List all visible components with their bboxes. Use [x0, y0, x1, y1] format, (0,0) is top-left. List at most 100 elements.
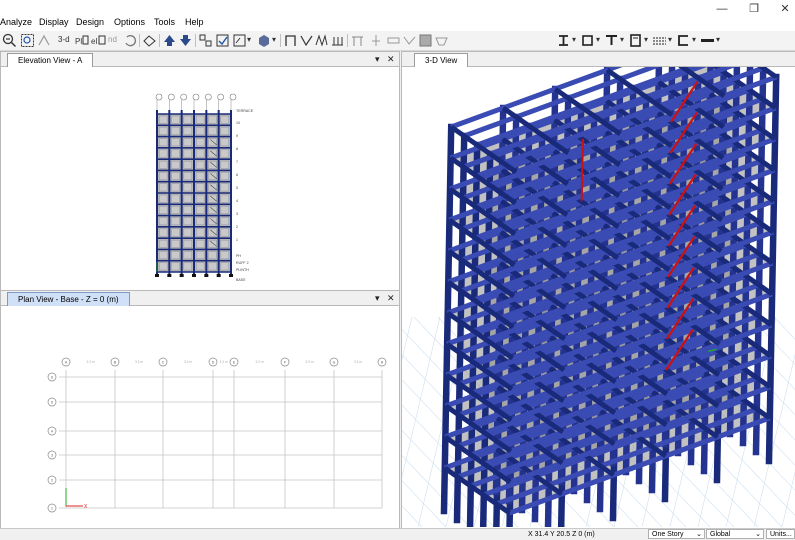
menu-display[interactable]: Display [39, 17, 69, 27]
elevation-panel [220, 149, 230, 158]
draw-wall-icon[interactable] [330, 33, 345, 48]
section-i-icon[interactable] [556, 33, 571, 48]
elevation-panel [158, 262, 168, 271]
elevation-panel [220, 217, 230, 226]
toolbar-separator [159, 34, 160, 47]
elevation-drawing[interactable]: TERRACE 10 9 8 7 6 5 4 3 2 1 PH RUFF 2 PLINTH BASE [1, 67, 399, 289]
elevation-panel [220, 172, 230, 180]
section-rect-icon[interactable] [628, 33, 643, 48]
section-c-icon[interactable] [676, 33, 691, 48]
panel-menu-icon[interactable]: ▾ [375, 292, 380, 304]
elevation-panel [195, 138, 205, 147]
menu-help[interactable]: Help [185, 17, 204, 27]
units-button[interactable]: Units... [766, 529, 795, 539]
elevation-panel [183, 206, 193, 214]
move-down-icon[interactable] [178, 33, 193, 48]
story-label: BASE [236, 278, 246, 282]
elevation-panel [220, 251, 230, 259]
story-label: 8 [236, 147, 238, 151]
story-label: PLINTH [236, 268, 249, 272]
elevation-panel [220, 206, 230, 214]
elevation-panel [208, 115, 217, 124]
draw-slab-icon[interactable] [386, 33, 401, 48]
elevation-view-icon[interactable]: el [91, 33, 106, 48]
story-label: 6 [236, 173, 238, 177]
toolbar-separator [347, 34, 348, 47]
story-label: RUFF 2 [236, 261, 249, 265]
close-window-icon[interactable]: ✕ [775, 2, 795, 16]
menu-analyze[interactable]: Analyze [0, 17, 32, 27]
section-flat-icon[interactable] [700, 33, 715, 48]
elevation-panel [183, 228, 193, 237]
dropdown-arrow-icon[interactable]: ▾ [668, 35, 672, 44]
plan-grid-label: 2 [51, 478, 53, 482]
menu-options[interactable]: Options [114, 17, 145, 27]
dropdown-arrow-icon[interactable]: ▾ [272, 35, 276, 44]
toolbar-separator [280, 34, 281, 47]
dropdown-arrow-icon[interactable]: ▾ [596, 35, 600, 44]
panel-close-icon[interactable]: ✕ [387, 292, 395, 304]
plan-spacing-label: 3.3 m [184, 360, 192, 364]
elevation-panel [183, 251, 193, 259]
elevation-panel [195, 251, 205, 259]
grid-bubble [192, 93, 200, 101]
section-t-icon[interactable] [604, 33, 619, 48]
dropdown-arrow-icon[interactable]: ▾ [247, 35, 251, 44]
dropdown-arrow-icon[interactable]: ▾ [572, 35, 576, 44]
mesh-icon[interactable] [418, 33, 433, 48]
ground-grid-line [781, 471, 795, 527]
elevation-panel [220, 194, 230, 203]
ground-grid-line [402, 505, 423, 527]
minimize-icon[interactable]: — [712, 2, 732, 16]
tab-elevation-view[interactable]: Elevation View - A [7, 53, 94, 67]
elevation-view-panel: Elevation View - A ▾ ✕ TERRACE 10 9 8 7 6 5 4 3 2… [0, 51, 400, 291]
coordinate-system-select[interactable]: Global ⌄ [706, 529, 764, 539]
move-up-icon[interactable] [162, 33, 177, 48]
plan-view-icon[interactable]: Pl [74, 33, 89, 48]
dropdown-arrow-icon[interactable]: ▾ [620, 35, 624, 44]
grid-bubble [229, 93, 237, 101]
elevation-panel [171, 149, 180, 158]
select-all-icon[interactable] [198, 33, 213, 48]
draw-floor-icon[interactable] [314, 33, 329, 48]
elevation-panel [195, 228, 205, 237]
tab-3d-view[interactable]: 3-D View [414, 53, 469, 67]
section-box-icon[interactable] [580, 33, 595, 48]
section-lines-icon[interactable] [652, 33, 667, 48]
elevation-panel [183, 160, 193, 169]
grid-bubble [180, 93, 187, 101]
extrude-icon[interactable] [256, 33, 271, 48]
menu-design[interactable]: Design [76, 17, 104, 27]
object-shrink-icon[interactable] [142, 33, 157, 48]
story-select[interactable]: One Story ⌄ [648, 529, 705, 539]
menu-tools[interactable]: Tools [154, 17, 175, 27]
zoom-window-icon[interactable] [20, 33, 35, 48]
panel-close-icon[interactable]: ✕ [387, 53, 395, 65]
nd-button[interactable]: nd [108, 35, 117, 44]
tab-plan-view[interactable]: Plan View - Base - Z = 0 (m) [7, 292, 130, 306]
dropdown-arrow-icon[interactable]: ▾ [716, 35, 720, 44]
dropdown-arrow-icon[interactable]: ▾ [692, 35, 696, 44]
dropdown-arrow-icon[interactable]: ▾ [644, 35, 648, 44]
zoom-out-icon[interactable] [2, 33, 17, 48]
support-icon [204, 274, 209, 277]
panel-menu-icon[interactable]: ▾ [375, 53, 380, 65]
draw-opening-icon[interactable] [402, 33, 417, 48]
draw-brace-icon[interactable] [299, 33, 314, 48]
pan-icon[interactable] [37, 33, 52, 48]
check-model-icon[interactable] [215, 33, 230, 48]
draw-frame-icon[interactable] [283, 33, 298, 48]
elevation-panel [158, 194, 168, 203]
draw-tendon-icon[interactable] [434, 33, 449, 48]
view-3d-button[interactable]: 3-d [58, 35, 70, 44]
draw-beam-icon[interactable] [350, 33, 365, 48]
3d-drawing[interactable] [402, 67, 795, 527]
elevation-panel [208, 160, 217, 169]
set-display-icon[interactable] [232, 33, 247, 48]
plan-drawing[interactable]: A 3.3 m B 3.3 m C 3.3 m D 3.3 m E 3.3 m F 3.3 m G 3.3… [1, 306, 399, 527]
draw-point-icon[interactable] [369, 33, 384, 48]
rotate-icon[interactable] [123, 33, 138, 48]
restore-icon[interactable]: ❐ [744, 2, 764, 16]
plan-grid-label: 5 [51, 400, 53, 404]
elevation-panel [171, 172, 180, 180]
